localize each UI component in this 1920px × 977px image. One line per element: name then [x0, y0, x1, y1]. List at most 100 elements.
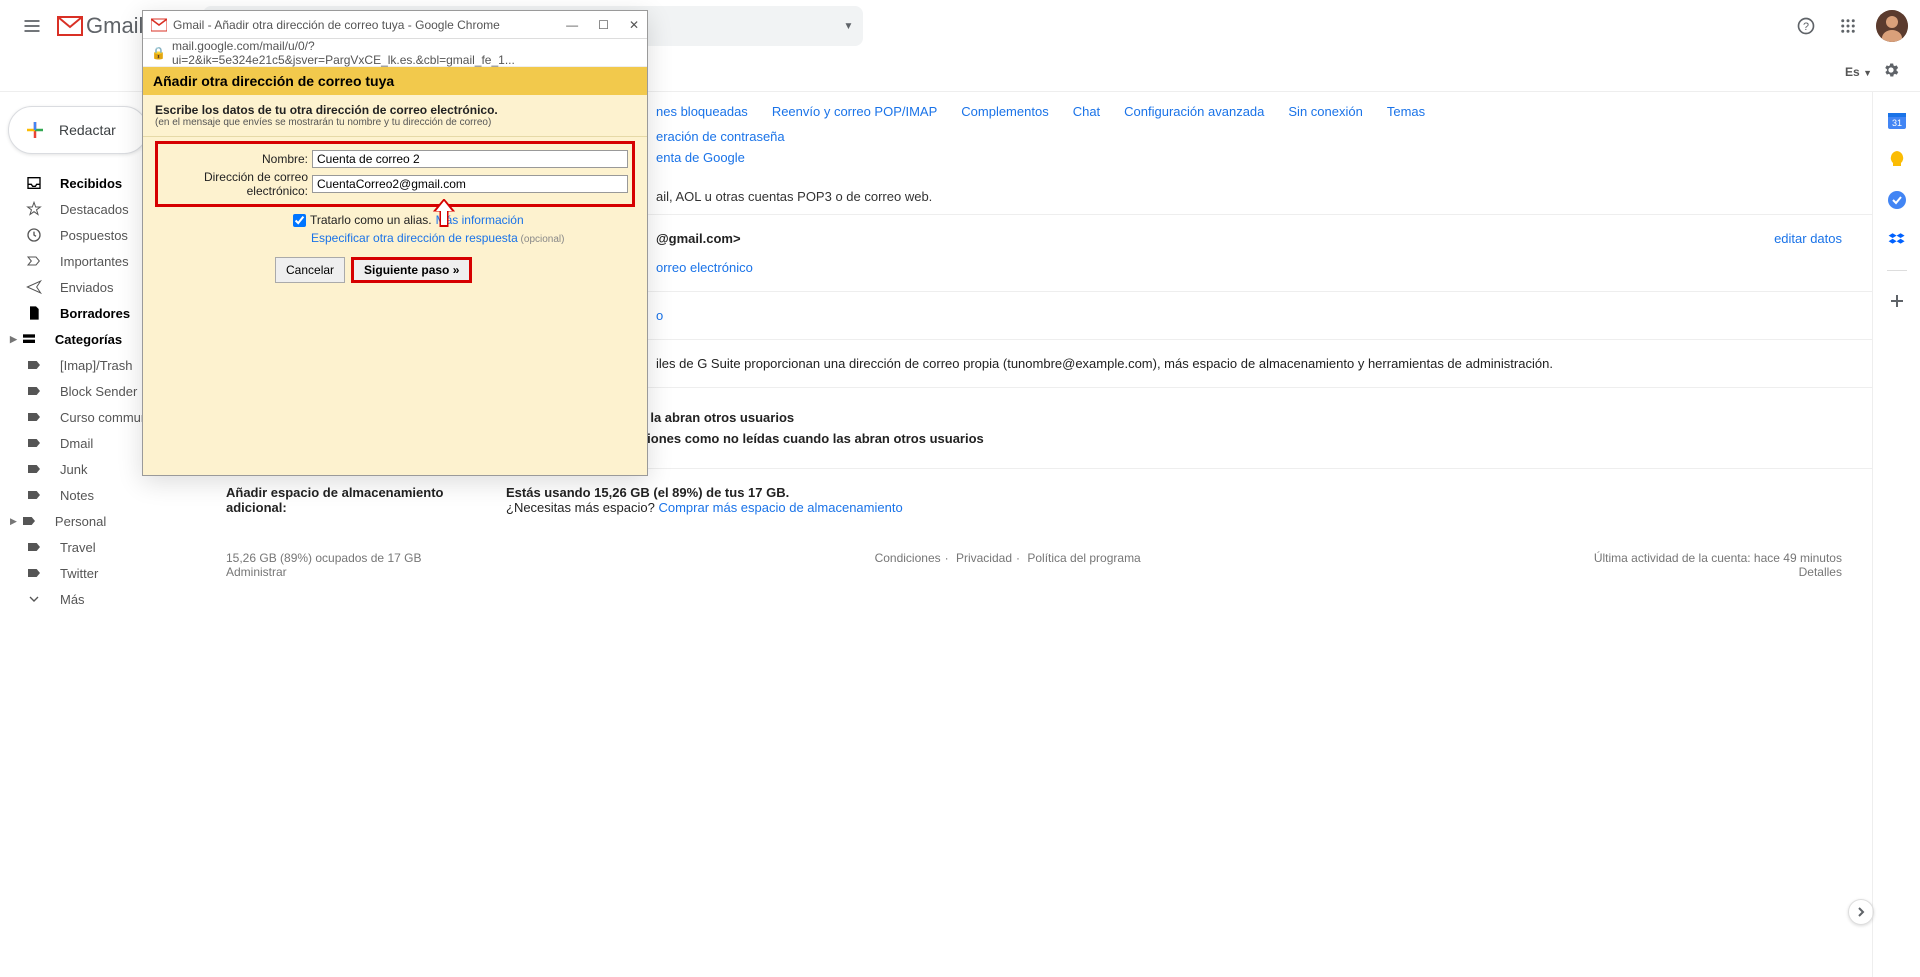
label-icon — [19, 513, 39, 529]
label-icon — [24, 383, 44, 399]
close-icon[interactable]: ✕ — [629, 18, 639, 32]
sidebar-item-label: Categorías — [55, 332, 122, 347]
tasks-icon[interactable] — [1887, 190, 1907, 210]
next-step-button[interactable]: Siguiente paso » — [351, 257, 472, 283]
sidebar-item-label: Recibidos — [60, 176, 122, 191]
sidebar-item-notes[interactable]: Notes — [0, 482, 210, 508]
dropbox-icon[interactable] — [1887, 230, 1907, 250]
pop3-text: ail, AOL u otras cuentas POP3 o de corre… — [656, 189, 1872, 204]
apps-icon[interactable] — [1834, 12, 1862, 40]
email-input[interactable] — [312, 175, 628, 193]
name-label: Nombre: — [162, 152, 312, 166]
footer-details[interactable]: Detalles — [1799, 565, 1842, 579]
tab-nes-bloqueadas[interactable]: nes bloqueadas — [656, 104, 748, 119]
svg-text:31: 31 — [1891, 118, 1901, 128]
tab-reenv-o-y-correo-pop-imap[interactable]: Reenvío y correo POP/IMAP — [772, 104, 937, 119]
minimize-icon[interactable]: — — [566, 18, 578, 32]
alias-checkbox[interactable] — [293, 214, 306, 227]
sidebar-item-label: Block Sender — [60, 384, 137, 399]
footer-privacy[interactable]: Privacidad — [956, 551, 1012, 565]
sidebar-item-travel[interactable]: Travel — [0, 534, 210, 560]
sidebar-item-m-s[interactable]: Más — [0, 586, 210, 612]
maximize-icon[interactable]: ☐ — [598, 18, 609, 32]
label-icon — [24, 461, 44, 477]
google-account-link[interactable]: enta de Google — [656, 150, 745, 165]
tab-temas[interactable]: Temas — [1387, 104, 1425, 119]
add-address-popup: Gmail - Añadir otra dirección de correo … — [142, 10, 648, 476]
footer-manage[interactable]: Administrar — [226, 565, 287, 579]
draft-icon — [24, 305, 44, 321]
send-icon — [24, 279, 44, 295]
chevron-right-icon: ▶ — [10, 334, 17, 345]
footer-storage: 15,26 GB (89%) ocupados de 17 GB — [226, 551, 421, 565]
annotation-arrow-icon — [433, 199, 455, 227]
settings-tabs: nes bloqueadas Reenvío y correo POP/IMAP C… — [656, 92, 1872, 129]
label-icon — [24, 435, 44, 451]
lock-icon: 🔒 — [151, 46, 166, 60]
language-selector[interactable]: Es ▼ — [1845, 65, 1872, 79]
svg-text:?: ? — [1803, 21, 1809, 33]
name-input[interactable] — [312, 150, 628, 168]
popup-subtitle: Escribe los datos de tu otra dirección d… — [155, 103, 635, 117]
calendar-icon[interactable]: 31 — [1887, 110, 1907, 130]
label-icon — [24, 565, 44, 581]
gear-icon[interactable] — [1882, 61, 1900, 82]
footer: 15,26 GB (89%) ocupados de 17 GB Adminis… — [226, 531, 1872, 579]
sidebar-item-label: Personal — [55, 514, 106, 529]
sidebar-item-twitter[interactable]: Twitter — [0, 560, 210, 586]
tab-complementos[interactable]: Complementos — [961, 104, 1048, 119]
alias-label: Tratarlo como un alias. — [310, 213, 432, 227]
clock-icon — [24, 227, 44, 243]
form-highlight-box: Nombre: Dirección de correo electrónico: — [155, 141, 635, 207]
gsuite-text: iles de G Suite proporcionan una direcci… — [656, 356, 1872, 371]
reply-address-link[interactable]: Especificar otra dirección de respuesta — [311, 231, 518, 245]
sidebar-item-label: Twitter — [60, 566, 98, 581]
sidebar-item-label: Destacados — [60, 202, 129, 217]
chevron-right-icon: ▶ — [10, 516, 17, 527]
password-recovery-link[interactable]: eración de contraseña — [656, 129, 785, 144]
add-icon[interactable] — [1887, 291, 1907, 311]
storage-usage: Estás usando 15,26 GB (el 89%) de tus 17… — [506, 485, 1872, 500]
imp-icon — [24, 253, 44, 269]
app-name: Gmail — [86, 13, 143, 39]
popup-titlebar: Gmail - Añadir otra dirección de correo … — [143, 11, 647, 39]
tab-chat[interactable]: Chat — [1073, 104, 1100, 119]
storage-label: Añadir espacio de almacenamiento adicion… — [226, 485, 506, 515]
sidebar-item-label: Borradores — [60, 306, 130, 321]
popup-title: Añadir otra dirección de correo tuya — [143, 67, 647, 95]
gmail-icon — [151, 17, 167, 33]
popup-subnote: (en el mensaje que envíes se mostrarán t… — [155, 117, 635, 128]
compose-label: Redactar — [59, 122, 116, 138]
avatar[interactable] — [1876, 10, 1908, 42]
right-sidebar: 31 — [1872, 92, 1920, 977]
menu-icon[interactable] — [12, 6, 52, 46]
inbox-icon — [24, 175, 44, 191]
sidebar-item-personal[interactable]: ▶ Personal — [0, 508, 210, 534]
email-label: Dirección de correo electrónico: — [162, 170, 312, 198]
add-email-link[interactable]: orreo electrónico — [656, 260, 753, 275]
star-icon — [24, 201, 44, 217]
tab-sin-conexi-n[interactable]: Sin conexión — [1288, 104, 1362, 119]
footer-policy[interactable]: Política del programa — [1027, 551, 1140, 565]
tab-configuraci-n-avanzada[interactable]: Configuración avanzada — [1124, 104, 1264, 119]
footer-terms[interactable]: Condiciones — [875, 551, 941, 565]
keep-icon[interactable] — [1887, 150, 1907, 170]
more-icon — [24, 591, 44, 607]
help-icon[interactable]: ? — [1792, 12, 1820, 40]
sidebar-item-label: Junk — [60, 462, 87, 477]
gmail-logo[interactable]: Gmail — [56, 13, 143, 39]
cancel-button[interactable]: Cancelar — [275, 257, 345, 283]
edit-data-link[interactable]: editar datos — [1774, 231, 1842, 246]
label-icon — [24, 409, 44, 425]
popup-url: mail.google.com/mail/u/0/?ui=2&ik=5e324e… — [172, 39, 639, 67]
label-icon — [24, 357, 44, 373]
sidebar-item-label: Importantes — [60, 254, 129, 269]
topbar-right: ? — [1792, 10, 1908, 42]
compose-button[interactable]: Redactar — [8, 106, 148, 154]
popup-window-title: Gmail - Añadir otra dirección de correo … — [173, 18, 500, 32]
chevron-down-icon[interactable]: ▼ — [844, 21, 854, 32]
buy-storage-link[interactable]: Comprar más espacio de almacenamiento — [658, 500, 902, 515]
label-icon — [24, 539, 44, 555]
sidebar-item-label: Enviados — [60, 280, 113, 295]
side-panel-toggle[interactable] — [1848, 899, 1874, 925]
